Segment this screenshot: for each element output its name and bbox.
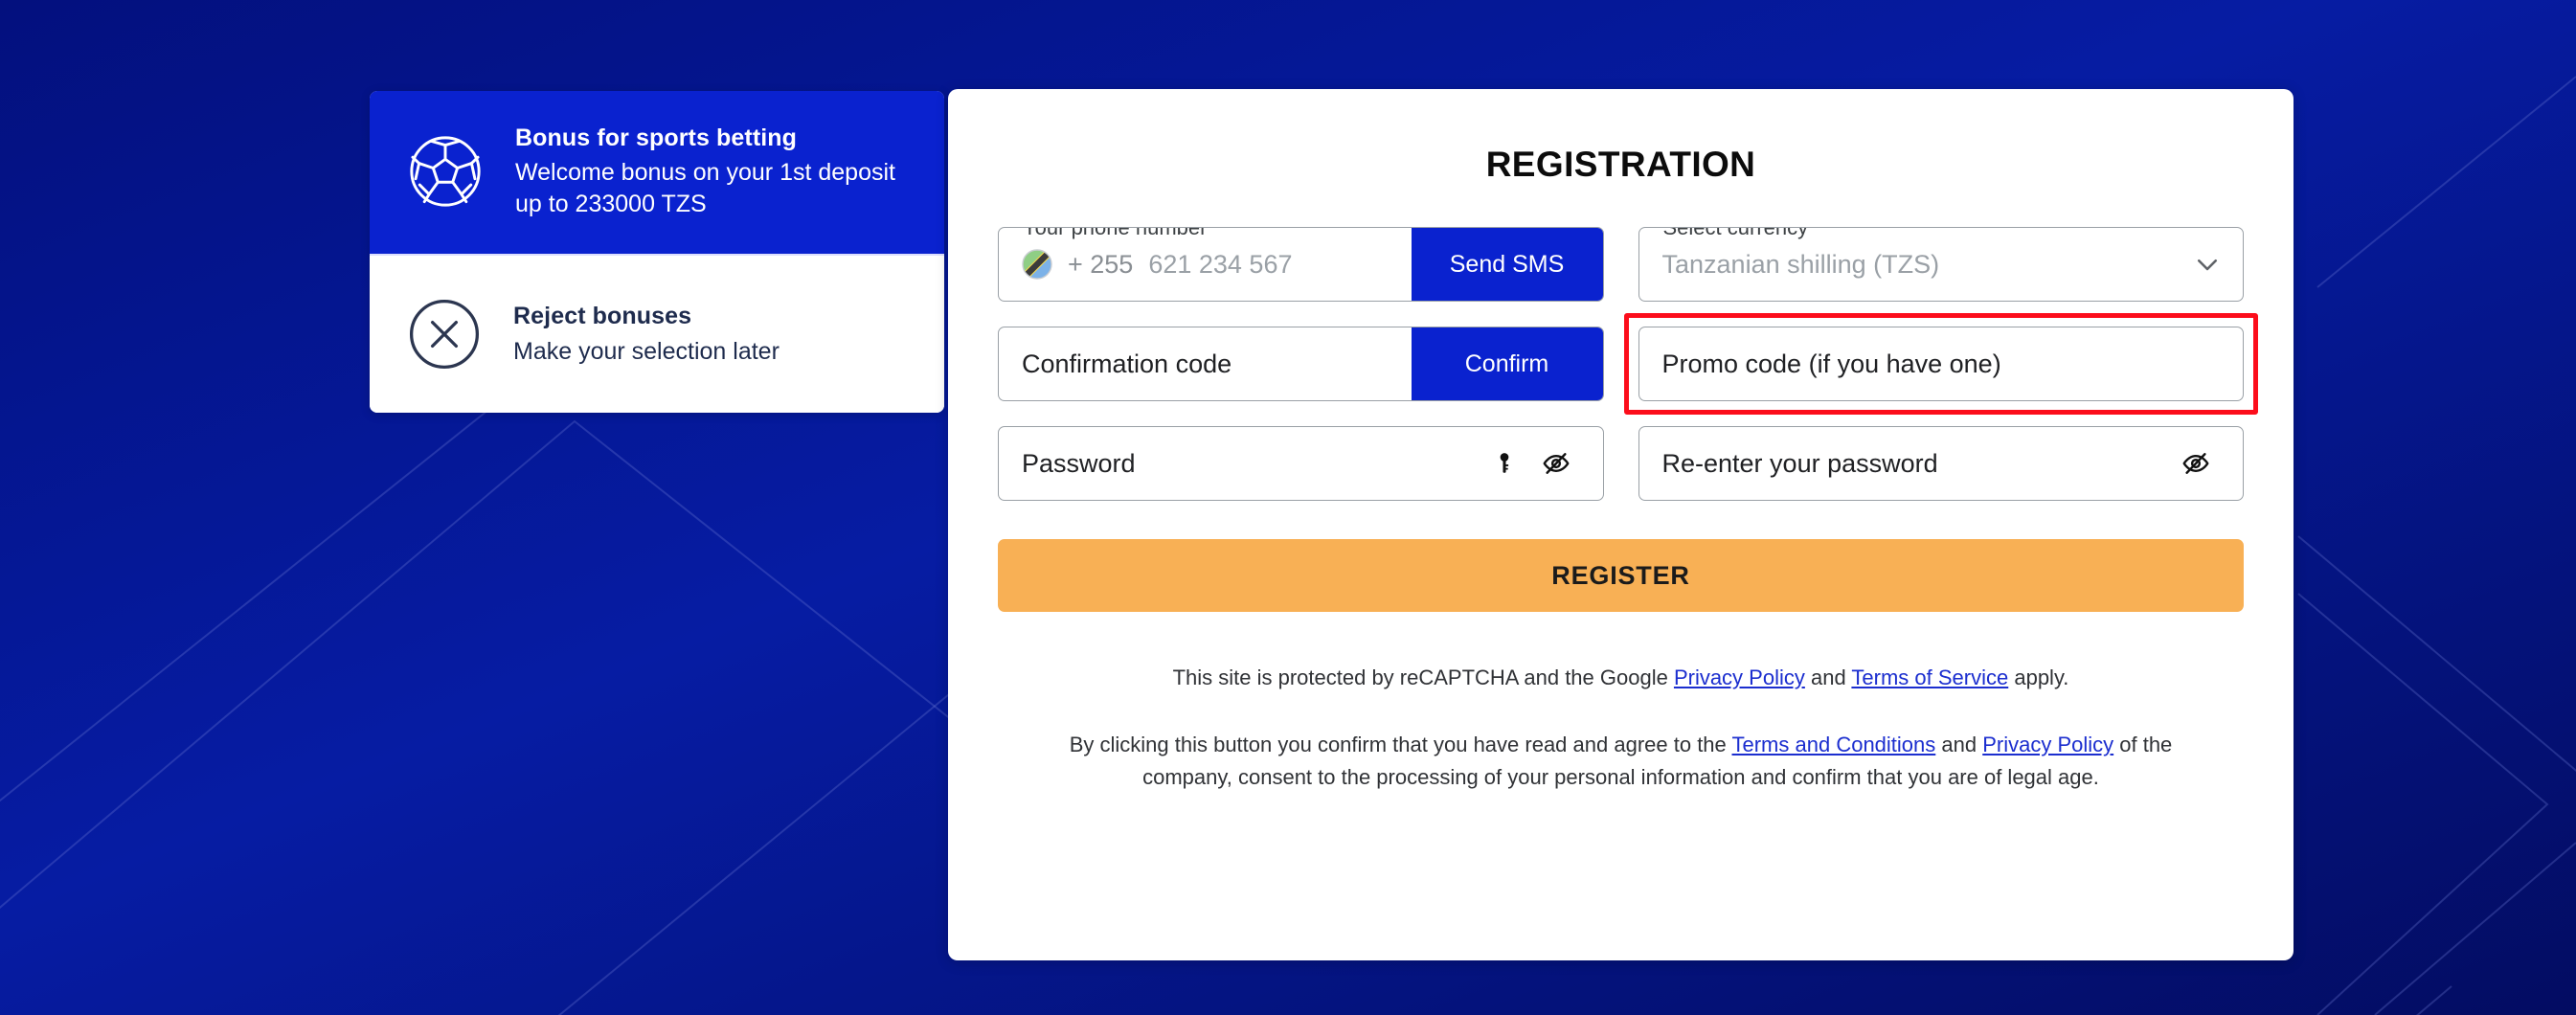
terms-prefix: By clicking this button you confirm that… (1069, 733, 1732, 757)
chevron-down-icon[interactable] (2193, 250, 2222, 279)
bonus-option-subtitle: Welcome bonus on your 1st deposit up to … (515, 159, 895, 217)
eye-off-icon[interactable] (1542, 449, 1570, 478)
phone-number-input[interactable]: 621 234 567 (1148, 250, 1292, 280)
recaptcha-notice: This site is protected by reCAPTCHA and … (998, 662, 2244, 694)
password-input[interactable]: Password (1022, 449, 1136, 479)
send-sms-button[interactable]: Send SMS (1411, 228, 1603, 301)
terms-privacy-policy-link[interactable]: Privacy Policy (1982, 733, 2113, 756)
bonus-option-subtitle: Make your selection later (513, 337, 780, 365)
password-repeat-field[interactable]: Re-enter your password (1638, 426, 2244, 501)
page-title: REGISTRATION (1485, 145, 1756, 184)
password-field[interactable]: Password (998, 426, 1604, 501)
recaptcha-prefix: This site is protected by reCAPTCHA and … (1172, 665, 1674, 689)
promo-code-highlight-annotation: Promo code (if you have one) (1623, 313, 2258, 415)
phone-number-field[interactable]: Your phone number + 255 621 234 567 Send… (998, 227, 1604, 302)
form-row-confirmation-promo: Confirmation code Confirm Promo code (if… (998, 313, 2258, 415)
form-row-passwords: Password Re-enter your password (998, 426, 2244, 501)
currency-select-label: Select currency (1656, 228, 1816, 240)
register-button[interactable]: REGISTER (998, 539, 2244, 612)
form-row-phone-currency: Your phone number + 255 621 234 567 Send… (998, 227, 2244, 302)
terms-consent-notice: By clicking this button you confirm that… (998, 729, 2244, 794)
key-icon[interactable] (1492, 451, 1517, 476)
recaptcha-middle: and (1804, 665, 1852, 689)
phone-number-label: Your phone number (1016, 228, 1214, 240)
circle-x-icon (402, 292, 486, 376)
bonus-option-sports-betting[interactable]: Bonus for sports betting Welcome bonus o… (370, 91, 944, 255)
bonus-option-title: Bonus for sports betting (515, 124, 798, 151)
recaptcha-suffix: apply. (2008, 665, 2069, 689)
currency-select-field[interactable]: Select currency Tanzanian shilling (TZS) (1638, 227, 2244, 302)
confirm-button[interactable]: Confirm (1411, 327, 1603, 400)
soccer-ball-icon (402, 128, 488, 214)
bonus-option-reject[interactable]: Reject bonuses Make your selection later (370, 256, 944, 414)
promo-code-input[interactable]: Promo code (if you have one) (1662, 350, 2001, 379)
currency-select-value: Tanzanian shilling (TZS) (1661, 249, 1940, 279)
recaptcha-privacy-policy-link[interactable]: Privacy Policy (1674, 665, 1805, 689)
recaptcha-terms-of-service-link[interactable]: Terms of Service (1851, 665, 2008, 689)
phone-dial-code: + 255 (1068, 249, 1134, 279)
confirmation-code-input[interactable]: Confirmation code (1022, 350, 1232, 379)
bonus-selection-panel: Bonus for sports betting Welcome bonus o… (370, 91, 944, 414)
tanzania-flag-icon (1022, 249, 1052, 280)
eye-off-icon[interactable] (2181, 449, 2210, 478)
registration-form-panel: REGISTRATION Your phone number + 255 621… (948, 89, 2294, 960)
terms-and-conditions-link[interactable]: Terms and Conditions (1732, 733, 1936, 756)
bonus-option-title: Reject bonuses (513, 303, 692, 330)
password-repeat-input[interactable]: Re-enter your password (1662, 449, 1938, 479)
confirmation-code-field[interactable]: Confirmation code Confirm (998, 327, 1604, 401)
promo-code-field[interactable]: Promo code (if you have one) (1638, 327, 2244, 401)
terms-middle: and (1935, 733, 1983, 757)
